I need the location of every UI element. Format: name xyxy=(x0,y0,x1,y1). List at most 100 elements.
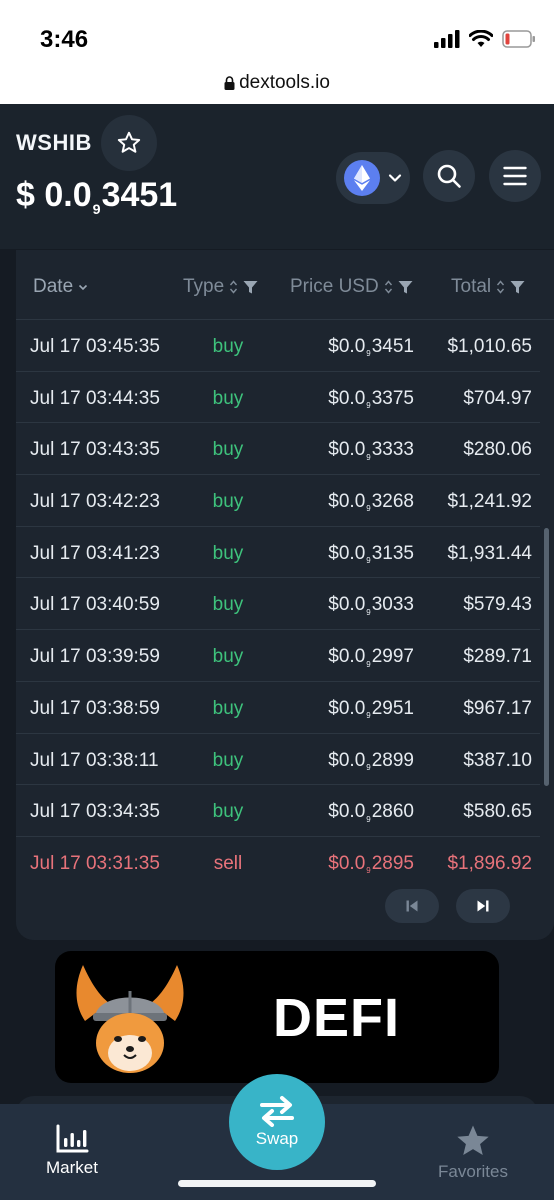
nav-market-label: Market xyxy=(46,1158,98,1177)
trade-price: $0.092997 xyxy=(328,646,414,668)
price-prefix: $0.0 xyxy=(328,697,366,719)
trade-price: $0.093451 xyxy=(328,336,414,358)
ad-banner[interactable]: DEFI xyxy=(55,951,499,1083)
price-zero-count: 9 xyxy=(366,762,371,772)
column-price[interactable]: Price USD xyxy=(290,276,413,298)
price-zero-count: 9 xyxy=(366,401,371,411)
trade-total: $580.65 xyxy=(463,801,532,823)
chart-icon xyxy=(56,1124,89,1153)
swap-button[interactable]: Swap xyxy=(229,1074,325,1170)
trade-type: buy xyxy=(212,697,244,719)
chevron-down-icon xyxy=(388,174,402,182)
token-name: WSHIB xyxy=(16,130,92,155)
table-row[interactable]: Jul 17 03:44:35 buy $0.093375 $704.97 xyxy=(16,372,540,424)
favorite-button[interactable] xyxy=(101,115,157,171)
column-date[interactable]: Date xyxy=(33,276,88,298)
table-row[interactable]: Jul 17 03:38:59 buy $0.092951 $967.17 xyxy=(16,682,540,734)
table-row[interactable]: Jul 17 03:39:59 buy $0.092997 $289.71 xyxy=(16,630,540,682)
browser-chrome: 3:46 dextools.io xyxy=(0,0,554,104)
price-digits: 3451 xyxy=(101,176,178,214)
trade-price: $0.092860 xyxy=(328,801,414,823)
menu-button[interactable] xyxy=(489,150,541,202)
price-zero-count: 9 xyxy=(366,814,371,824)
ad-text: DEFI xyxy=(273,988,401,1048)
price-digits: 3333 xyxy=(371,439,414,461)
url-bar[interactable]: dextools.io xyxy=(0,72,554,94)
price-digits: 2895 xyxy=(371,852,414,874)
filter-icon[interactable] xyxy=(243,280,258,295)
trade-date: Jul 17 03:34:35 xyxy=(30,801,160,823)
price-prefix: $0.0 xyxy=(328,387,366,409)
url-text: dextools.io xyxy=(239,72,330,93)
trade-type: buy xyxy=(212,594,244,616)
trade-date: Jul 17 03:38:11 xyxy=(30,749,159,771)
column-total[interactable]: Total xyxy=(451,276,525,298)
last-page-icon xyxy=(477,900,489,912)
trade-date: Jul 17 03:38:59 xyxy=(30,697,160,719)
lock-icon xyxy=(224,76,235,90)
sort-icon[interactable] xyxy=(384,279,393,295)
price-prefix: $0.0 xyxy=(328,852,366,874)
search-button[interactable] xyxy=(423,150,475,202)
table-row[interactable]: Jul 17 03:40:59 buy $0.093033 $579.43 xyxy=(16,578,540,631)
trade-total: $1,241.92 xyxy=(447,491,532,513)
last-page-button[interactable] xyxy=(456,889,510,923)
signal-icon xyxy=(434,30,460,48)
trade-type: buy xyxy=(212,336,244,357)
trade-total: $387.10 xyxy=(463,749,532,771)
trade-total: $280.06 xyxy=(463,439,532,461)
price-prefix: $ 0.0 xyxy=(16,176,92,214)
trade-total: $704.97 xyxy=(463,387,532,409)
price-prefix: $0.0 xyxy=(328,646,366,668)
trade-date: Jul 17 03:45:35 xyxy=(30,336,160,357)
price-zero-count: 9 xyxy=(366,452,371,462)
trade-total: $1,896.92 xyxy=(447,852,532,874)
trade-rows: Jul 17 03:45:35 buy $0.093451 $1,010.65 Jul… xyxy=(16,320,540,889)
column-date-label: Date xyxy=(33,276,74,297)
home-indicator xyxy=(178,1180,376,1187)
price-digits: 2997 xyxy=(371,646,414,668)
trade-date: Jul 17 03:39:59 xyxy=(30,646,160,668)
favorites-star-icon xyxy=(457,1125,489,1156)
table-row[interactable]: Jul 17 03:42:23 buy $0.093268 $1,241.92 xyxy=(16,475,540,527)
token-price: $ 0.093451 xyxy=(16,176,177,218)
price-digits: 3135 xyxy=(371,542,414,564)
token-header: WSHIB $ 0.093451 xyxy=(0,104,554,249)
table-row[interactable]: Jul 17 03:38:11 buy $0.092899 $387.10 xyxy=(16,734,540,786)
filter-icon[interactable] xyxy=(398,280,413,295)
chain-selector[interactable] xyxy=(336,152,410,204)
price-digits: 3375 xyxy=(371,387,414,409)
table-row[interactable]: Jul 17 03:43:35 buy $0.093333 $280.06 xyxy=(16,423,540,476)
nav-favorites-label: Favorites xyxy=(438,1162,508,1181)
first-page-button[interactable] xyxy=(385,889,439,923)
trade-price: $0.092951 xyxy=(328,698,414,720)
price-prefix: $0.0 xyxy=(328,336,366,357)
price-zero-count: 9 xyxy=(366,556,371,566)
table-scrollbar[interactable] xyxy=(544,528,549,786)
status-icons xyxy=(434,28,536,50)
table-row[interactable]: Jul 17 03:41:23 buy $0.093135 $1,931.44 xyxy=(16,527,540,579)
swap-icon xyxy=(260,1096,294,1127)
nav-market[interactable]: Market xyxy=(40,1124,104,1178)
table-row[interactable]: Jul 17 03:45:35 buy $0.093451 $1,010.65 xyxy=(16,320,540,372)
price-zero-count: 9 xyxy=(366,659,371,669)
price-zero-count: 9 xyxy=(366,349,371,359)
price-prefix: $0.0 xyxy=(328,439,366,461)
trade-price: $0.092895 xyxy=(328,853,414,875)
trade-type: buy xyxy=(212,646,244,668)
trade-date: Jul 17 03:31:35 xyxy=(30,852,160,874)
sort-icon[interactable] xyxy=(229,279,238,295)
price-zero-count: 9 xyxy=(366,866,371,876)
price-prefix: $0.0 xyxy=(328,542,366,564)
price-prefix: $0.0 xyxy=(328,749,366,771)
sort-icon[interactable] xyxy=(496,279,505,295)
column-type[interactable]: Type xyxy=(183,276,258,298)
trade-type: buy xyxy=(212,749,244,771)
trade-type: buy xyxy=(212,542,244,564)
swap-label: Swap xyxy=(255,1129,299,1148)
price-digits: 3268 xyxy=(371,491,414,513)
trade-type: buy xyxy=(212,387,244,409)
filter-icon[interactable] xyxy=(510,280,525,295)
nav-favorites[interactable]: Favorites xyxy=(426,1124,520,1182)
table-row[interactable]: Jul 17 03:34:35 buy $0.092860 $580.65 xyxy=(16,785,540,837)
